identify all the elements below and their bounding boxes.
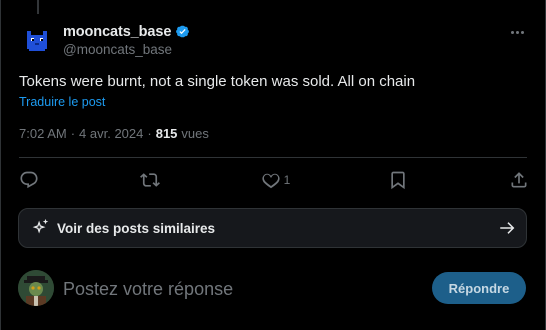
action-bar: 1 (19, 166, 529, 194)
reply-submit-button[interactable]: Répondre (432, 272, 526, 304)
post-card: mooncats_base @mooncats_base Tokens were… (0, 0, 546, 330)
tweet-meta: 7:02 AM · 4 avr. 2024 · 815 vues (19, 126, 209, 141)
like-button[interactable]: 1 (261, 166, 291, 194)
tweet-time[interactable]: 7:02 AM (19, 126, 67, 141)
divider (19, 157, 527, 158)
retweet-icon (139, 173, 160, 187)
user-avatar (18, 270, 54, 306)
author-handle[interactable]: @mooncats_base (63, 42, 190, 57)
reply-button[interactable] (19, 166, 42, 194)
reply-icon (20, 171, 38, 189)
author-display-name[interactable]: mooncats_base (63, 24, 171, 40)
thread-line (37, 0, 39, 14)
tweet-date[interactable]: 4 avr. 2024 (79, 126, 143, 141)
reply-input[interactable] (63, 277, 363, 301)
like-icon (262, 173, 280, 189)
sparkle-icon (32, 218, 49, 234)
author-avatar[interactable] (19, 22, 55, 58)
more-icon[interactable] (507, 22, 527, 42)
views-label: vues (181, 126, 209, 141)
author-names: mooncats_base @mooncats_base (63, 23, 190, 57)
translate-link[interactable]: Traduire le post (19, 95, 105, 109)
like-count: 1 (283, 173, 291, 187)
similar-posts-label: Voir des posts similaires (57, 220, 216, 236)
share-icon (511, 172, 527, 188)
verified-badge-icon (175, 24, 190, 39)
similar-posts-button[interactable]: Voir des posts similaires (18, 208, 527, 248)
bookmark-icon (391, 171, 405, 190)
share-button[interactable] (509, 166, 529, 194)
meta-separator: · (70, 126, 76, 141)
tweet-text: Tokens were burnt, not a single token wa… (19, 73, 416, 90)
bookmark-button[interactable] (388, 166, 411, 194)
retweet-button[interactable] (139, 166, 163, 194)
views-count: 815 (155, 126, 178, 141)
meta-separator: · (147, 126, 152, 141)
arrow-right-icon (500, 222, 515, 234)
